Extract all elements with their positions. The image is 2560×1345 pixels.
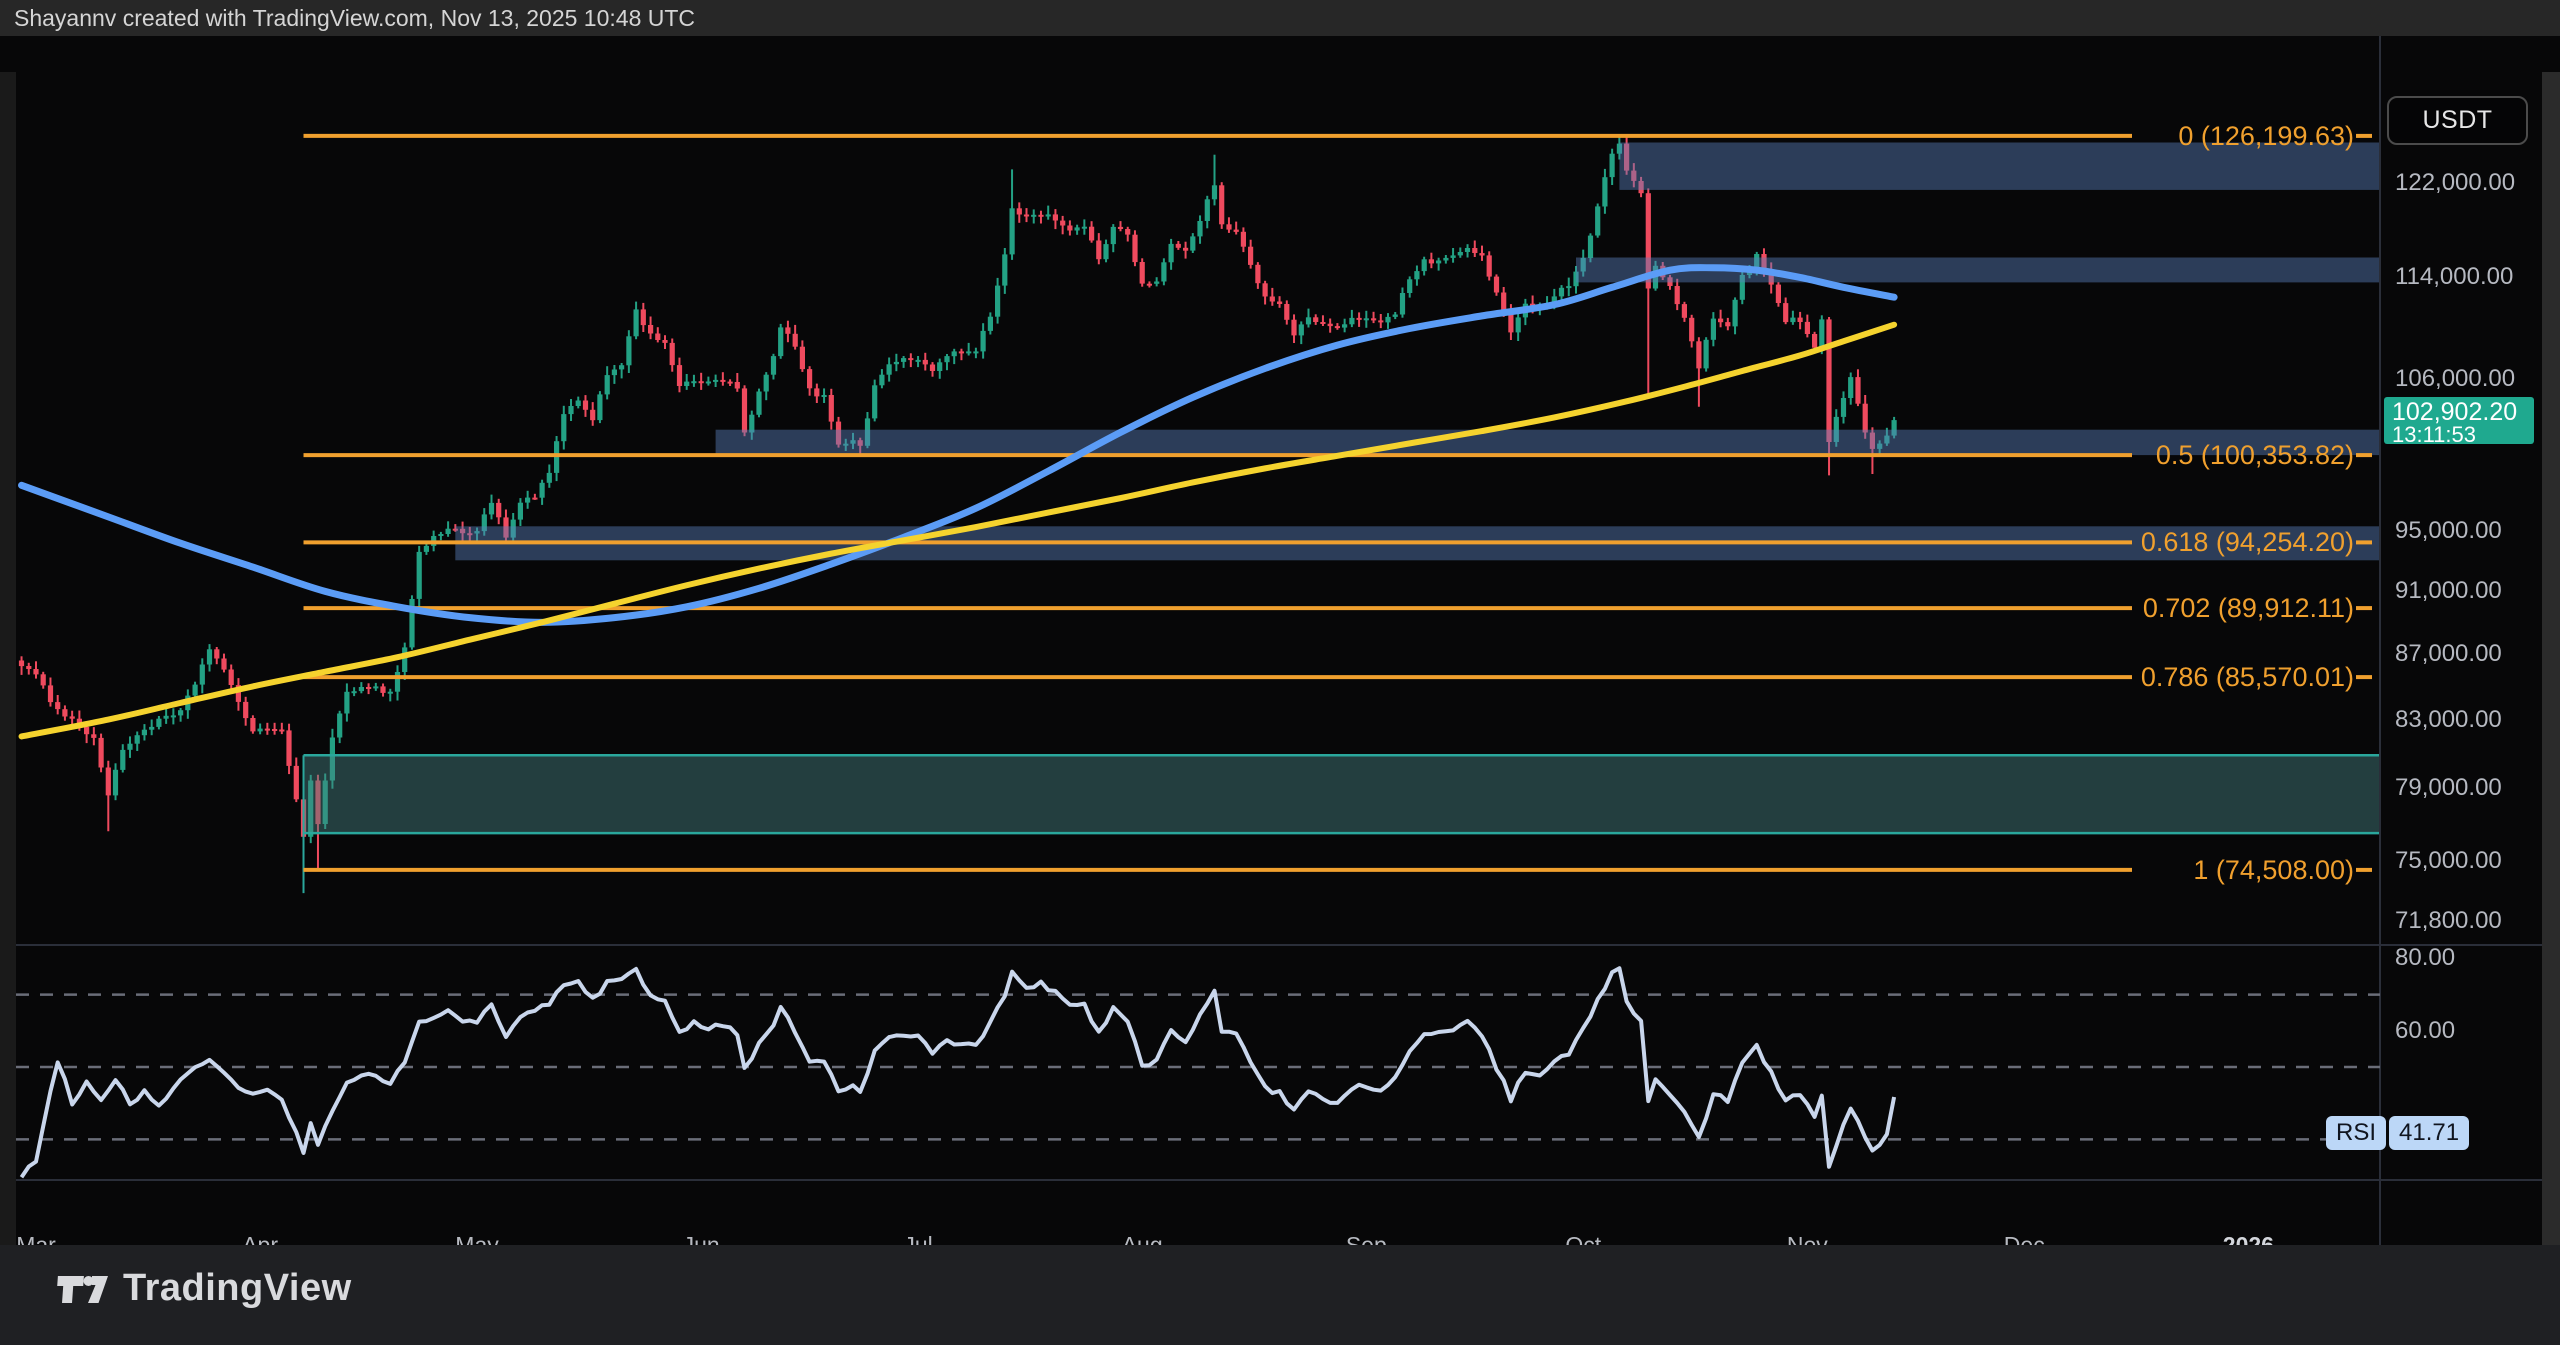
tradingview-logo-icon [55, 1269, 109, 1309]
price-tick-label: 75,000.00 [2395, 847, 2502, 875]
chart-area[interactable]: USDT 0 (126,199.63) 0.5 (100,353.82) 0.6… [0, 36, 2560, 1245]
demand-zone-teal [304, 755, 2381, 833]
moving-averages [22, 268, 1895, 737]
price-tick-label: 95,000.00 [2395, 517, 2502, 545]
price-tick-label: 87,000.00 [2395, 640, 2502, 668]
rsi-tick-label: 60.00 [2395, 1017, 2455, 1045]
tradingview-logo[interactable]: TradingView [55, 1267, 352, 1310]
tradingview-wordmark: TradingView [123, 1267, 352, 1310]
fib-label-0-618[interactable]: 0.618 (94,254.20) [2141, 526, 2354, 558]
rsi-line [22, 968, 1895, 1177]
current-price-badge: 102,902.20 13:11:53 [2384, 397, 2534, 444]
zones [304, 143, 2381, 894]
rsi-indicator-badge: RSI 41.71 [2326, 1116, 2469, 1150]
fib-label-0-5[interactable]: 0.5 (100,353.82) [2156, 439, 2354, 471]
price-tick-label: 83,000.00 [2395, 706, 2502, 734]
left-margin-strip [0, 72, 16, 1281]
price-tick-label: 122,000.00 [2395, 169, 2515, 197]
rsi-pane [16, 968, 2380, 1177]
pane-separators [0, 36, 2560, 1245]
price-tick-label: 114,000.00 [2395, 263, 2513, 291]
price-tick-label: 71,800.00 [2395, 907, 2502, 935]
fib-label-0-786[interactable]: 0.786 (85,570.01) [2141, 661, 2354, 693]
rsi-value-pill: 41.71 [2389, 1116, 2469, 1150]
attribution-text: Shayannv created with TradingView.com, N… [14, 5, 695, 31]
fib-label-1[interactable]: 1 (74,508.00) [2193, 854, 2354, 886]
fib-label-0[interactable]: 0 (126,199.63) [2178, 120, 2354, 152]
attribution-bar: Shayannv created with TradingView.com, N… [0, 0, 2560, 36]
fib-label-0-702[interactable]: 0.702 (89,912.11) [2143, 592, 2354, 624]
chart-canvas[interactable] [0, 36, 2560, 1245]
tradingview-chart-window: Shayannv created with TradingView.com, N… [0, 0, 2560, 1345]
price-tick-label: 91,000.00 [2395, 577, 2502, 605]
rsi-label-pill[interactable]: RSI [2326, 1116, 2386, 1150]
symbol-currency-button[interactable]: USDT [2387, 96, 2528, 145]
price-tick-label: 79,000.00 [2395, 774, 2502, 802]
right-scroll-strip[interactable] [2542, 72, 2560, 1281]
footer: TradingView [0, 1245, 2560, 1345]
bar-countdown-timer: 13:11:53 [2392, 425, 2534, 445]
price-tick-label: 106,000.00 [2395, 365, 2515, 393]
band-0-5 [716, 430, 2380, 455]
rsi-tick-label: 80.00 [2395, 944, 2455, 972]
